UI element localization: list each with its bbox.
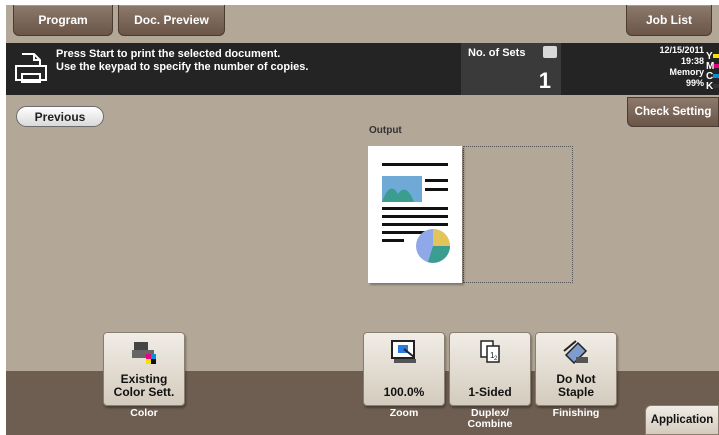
toner-cyan: C xyxy=(706,71,719,82)
message-line-2: Use the keypad to specify the number of … xyxy=(56,61,309,73)
color-setting-button[interactable]: Existing Color Sett. xyxy=(103,332,185,406)
duplex-caption-line-2: Combine xyxy=(467,418,513,430)
number-of-sets[interactable]: No. of Sets 1 xyxy=(461,43,561,95)
toner-yellow-bar xyxy=(713,54,719,58)
toner-black: K xyxy=(706,81,719,92)
sets-value: 1 xyxy=(538,68,551,93)
status-time: 19:38 xyxy=(680,56,704,66)
duplex-combine-button[interactable]: 1 2 1-Sided xyxy=(449,332,531,406)
check-setting-button[interactable]: Check Setting xyxy=(627,97,719,127)
status-date: 12/15/2011 xyxy=(659,45,704,55)
zoom-caption: Zoom xyxy=(389,407,419,419)
tab-doc-preview[interactable]: Doc. Preview xyxy=(118,5,225,36)
tab-program[interactable]: Program xyxy=(13,5,113,36)
duplex-caption: Duplex/ Combine xyxy=(449,408,531,430)
finishing-button[interactable]: Do Not Staple xyxy=(535,332,617,406)
print-document-icon xyxy=(15,53,47,83)
zoom-icon xyxy=(391,340,416,363)
staple-icon xyxy=(563,340,588,365)
duplex-icon: 1 2 xyxy=(480,340,500,363)
memory-value: 99% xyxy=(685,78,704,88)
message-line-1: Press Start to print the selected docume… xyxy=(56,48,281,60)
sets-label: No. of Sets xyxy=(468,47,526,59)
duplex-value: 1-Sided xyxy=(468,385,512,399)
status-message: Press Start to print the selected docume… xyxy=(56,48,308,74)
copy-screen: Program Doc. Preview Job List Press Star… xyxy=(6,5,719,435)
previous-button[interactable]: Previous xyxy=(16,106,104,127)
toner-magenta: M xyxy=(706,61,719,72)
keypad-icon[interactable] xyxy=(543,46,557,58)
finishing-caption: Finishing xyxy=(552,407,600,419)
toner-black-bar xyxy=(713,84,719,88)
memory-label: Memory xyxy=(669,67,704,77)
toner-yellow: Y xyxy=(706,51,719,62)
zoom-button[interactable]: 100.0% xyxy=(363,332,445,406)
output-label: Output xyxy=(369,125,402,136)
output-area-outline xyxy=(463,146,573,283)
application-button[interactable]: Application xyxy=(645,405,719,435)
output-page-preview xyxy=(368,146,462,283)
toner-levels: Y M C K xyxy=(706,51,719,92)
color-setting-line-2: Color Sett. xyxy=(113,385,175,399)
machine-status: 12/15/2011 19:38 Memory 99% xyxy=(626,45,704,89)
message-bar: Press Start to print the selected docume… xyxy=(6,43,719,95)
toner-cyan-bar xyxy=(713,74,719,78)
zoom-value: 100.0% xyxy=(383,385,425,399)
color-setting-icon xyxy=(132,342,156,364)
page-content-graphic xyxy=(382,163,450,263)
tab-job-list[interactable]: Job List xyxy=(626,5,712,36)
color-caption: Color xyxy=(130,407,158,419)
toner-magenta-bar xyxy=(714,64,719,68)
finishing-line-2: Staple xyxy=(557,385,594,399)
